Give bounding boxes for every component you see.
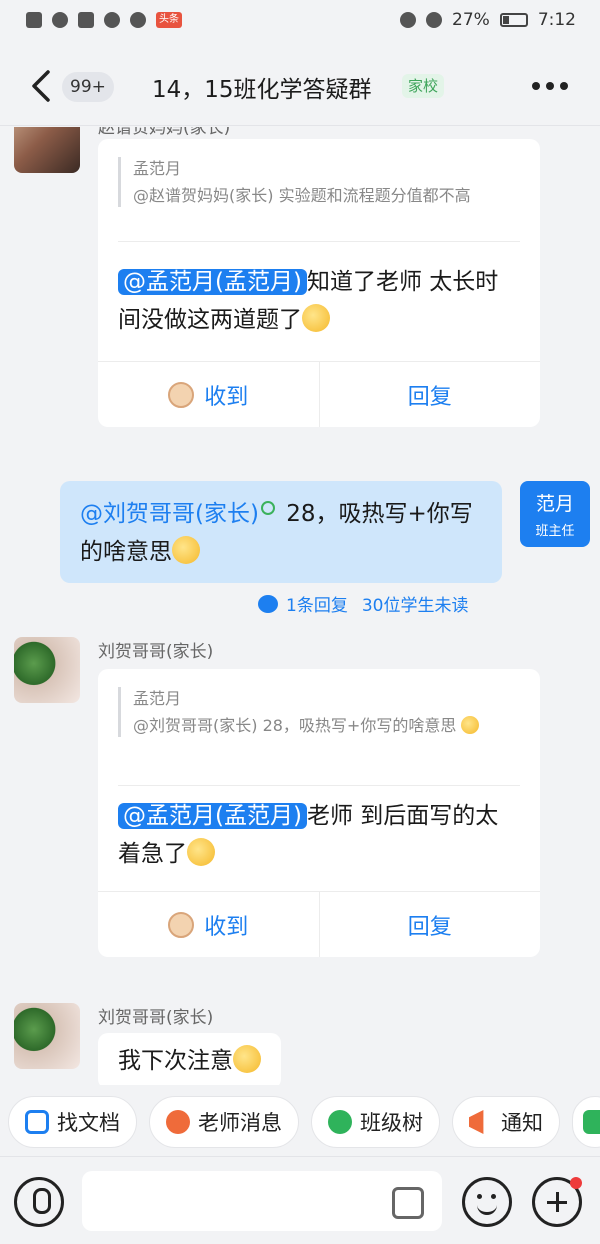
eye-icon	[400, 12, 417, 28]
reply-button[interactable]: 回复	[318, 362, 541, 427]
back-arrow-icon[interactable]	[28, 68, 56, 104]
reply-card: 孟范月 @赵谱贺妈妈(家长) 实验题和流程题分值都不高 @孟范月(孟范月) 知道了…	[98, 139, 540, 427]
avatar-name: 范月	[535, 493, 574, 515]
quote-text: @赵谱贺妈妈(家长) 实验题和流程题分值都不高	[133, 186, 471, 205]
quote-text: @刘贺哥哥(家长) 28，吸热写+你写的啥意思	[133, 715, 520, 737]
find-doc-icon	[25, 1110, 49, 1134]
teacher-msg-icon	[166, 1110, 190, 1134]
mention-tag[interactable]: @刘贺哥哥(家长)	[80, 501, 259, 527]
qq-icon	[130, 12, 146, 28]
notice-button[interactable]: 通知	[452, 1096, 560, 1148]
sim-icon	[26, 12, 42, 28]
quoted-message[interactable]: 孟范月 @刘贺哥哥(家长) 28，吸热写+你写的啥意思	[118, 687, 520, 737]
message-body: 我下次注意	[118, 1048, 233, 1074]
clock: 7:12	[537, 10, 576, 30]
class-tree-icon	[328, 1110, 352, 1134]
input-bar	[0, 1156, 600, 1244]
mic-icon[interactable]	[14, 1177, 64, 1227]
message-text: @刘贺哥哥(家长) 28，吸热写+你写的啥意思	[80, 495, 482, 571]
more-shortcut-icon	[583, 1110, 600, 1134]
unread-count[interactable]: 30位学生未读	[362, 591, 469, 616]
status-bar: 头条 27% 7:12	[0, 0, 600, 46]
ok-hand-icon	[168, 381, 195, 408]
message-bubble[interactable]: 我下次注意	[98, 1033, 281, 1085]
avatar[interactable]	[14, 127, 80, 173]
my-avatar[interactable]: 范月 班主任	[520, 481, 590, 547]
reply-count[interactable]: 1条回复	[286, 591, 348, 616]
ack-label: 收到	[204, 914, 249, 940]
chip-label: 找文档	[57, 1111, 120, 1135]
unread-badge[interactable]: 99+	[62, 72, 114, 102]
my-message-bubble[interactable]: @刘贺哥哥(家长) 28，吸热写+你写的啥意思	[60, 481, 502, 583]
divider	[118, 241, 520, 242]
notice-icon	[469, 1110, 484, 1134]
sweat-emoji-icon	[172, 536, 200, 564]
quote-author: 孟范月	[133, 689, 182, 708]
card-actions: 收到 回复	[98, 891, 540, 957]
message-text: @孟范月(孟范月) 知道了老师 太长时间没做这两道题了	[118, 263, 520, 339]
sender-name: 赵谱贺妈妈(家长)	[98, 127, 231, 138]
reply-button[interactable]: 回复	[318, 892, 541, 957]
shortcut-bar: 找文档 老师消息 班级树 通知	[0, 1088, 600, 1156]
message-text: @孟范月(孟范月) 老师 到后面写的太着急了	[118, 797, 520, 873]
class-tree-button[interactable]: 班级树	[311, 1096, 440, 1148]
chip-label: 班级树	[360, 1111, 423, 1135]
group-tag: 家校	[402, 74, 445, 98]
blush-emoji-icon	[233, 1045, 261, 1073]
verified-check-icon	[260, 501, 275, 515]
emoji-icon[interactable]	[462, 1177, 512, 1227]
message-input[interactable]	[82, 1171, 442, 1231]
card-actions: 收到 回复	[98, 361, 540, 427]
quoted-message[interactable]: 孟范月 @赵谱贺妈妈(家长) 实验题和流程题分值都不高	[118, 157, 520, 207]
status-left-icons: 头条	[26, 12, 182, 28]
quote-text-body: @刘贺哥哥(家长) 28，吸热写+你写的啥意思	[133, 716, 457, 735]
ack-button[interactable]: 收到	[98, 892, 319, 957]
chip-label: 老师消息	[198, 1111, 282, 1135]
teacher-messages-button[interactable]: 老师消息	[149, 1096, 299, 1148]
reply-bubble-icon	[258, 594, 278, 613]
browser-icon	[104, 12, 120, 28]
notification-dot	[570, 1177, 582, 1189]
battery-percent: 27%	[452, 10, 490, 30]
more-menu-icon[interactable]	[530, 74, 570, 98]
sender-name: 刘贺哥哥(家长)	[98, 642, 214, 662]
status-right: 27% 7:12	[400, 10, 576, 30]
chat-area[interactable]: 赵谱贺妈妈(家长) 孟范月 @赵谱贺妈妈(家长) 实验题和流程题分值都不高 @孟…	[0, 127, 600, 1085]
crying-emoji-icon	[302, 304, 330, 332]
divider	[118, 785, 520, 786]
reply-card: 孟范月 @刘贺哥哥(家长) 28，吸热写+你写的啥意思 @孟范月(孟范月) 老师 …	[98, 669, 540, 957]
quote-author: 孟范月	[133, 159, 182, 178]
mute-icon	[426, 12, 443, 28]
ack-button[interactable]: 收到	[98, 362, 319, 427]
ok-hand-icon	[168, 911, 195, 938]
wifi-icon	[52, 12, 68, 28]
grin-sweat-emoji-icon	[187, 838, 215, 866]
find-doc-button[interactable]: 找文档	[8, 1096, 137, 1148]
sweat-emoji-icon	[461, 716, 480, 734]
group-title: 14，15班化学答疑群	[152, 77, 372, 103]
chip-label: 通知	[501, 1111, 543, 1135]
news-icon: 头条	[156, 12, 182, 28]
reply-label: 回复	[407, 914, 452, 940]
avatar[interactable]	[14, 1003, 80, 1069]
ack-label: 收到	[204, 384, 249, 410]
sender-name: 刘贺哥哥(家长)	[98, 1008, 214, 1028]
mention-tag[interactable]: @孟范月(孟范月)	[118, 803, 307, 829]
reply-label: 回复	[407, 384, 452, 410]
message-meta: 1条回复 30位学生未读	[258, 591, 468, 616]
more-shortcut-button[interactable]	[572, 1096, 600, 1148]
chat-header: 99+ 14，15班化学答疑群 家校	[0, 46, 600, 126]
app-icon	[78, 12, 94, 28]
mention-tag[interactable]: @孟范月(孟范月)	[118, 269, 307, 295]
avatar-role: 班主任	[535, 524, 575, 539]
battery-icon	[499, 13, 528, 27]
avatar[interactable]	[14, 637, 80, 703]
thumbs-up-icon[interactable]	[392, 1187, 424, 1219]
